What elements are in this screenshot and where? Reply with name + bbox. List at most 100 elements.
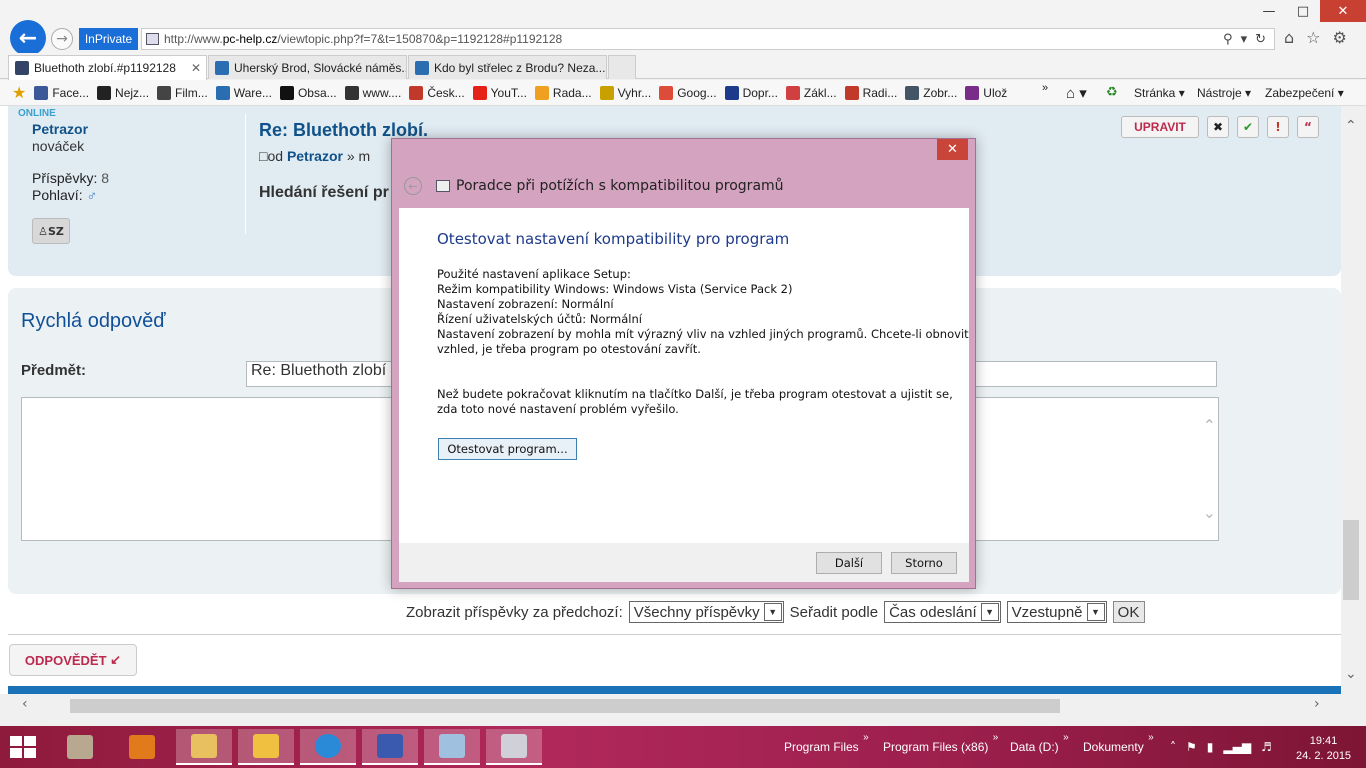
toolbar-documents[interactable]: Dokumenty» [1083, 732, 1154, 754]
cancel-button[interactable]: Storno [891, 552, 957, 574]
byline-author[interactable]: Petrazor [287, 148, 343, 164]
favorites-star-icon[interactable]: ☆ [1306, 28, 1320, 47]
taskbar-troubleshooter-icon[interactable] [486, 729, 542, 765]
sort-order-select[interactable]: Vzestupně ▼ [1006, 601, 1107, 623]
report-icon[interactable]: ! [1267, 116, 1289, 138]
favorite-link[interactable]: Zobr... [905, 85, 957, 100]
tab-close-icon[interactable]: ✕ [191, 61, 201, 75]
favorite-link[interactable]: www.... [344, 85, 401, 100]
close-icon[interactable]: ✕ [937, 139, 968, 160]
signal-icon[interactable]: ▂▄▆ [1223, 740, 1251, 754]
sort-by-select[interactable]: Čas odeslání ▼ [884, 601, 1001, 623]
test-program-button[interactable]: Otestovat program... [438, 438, 577, 460]
taskbar-control-panel-icon[interactable] [52, 729, 108, 765]
scroll-left-icon[interactable]: ‹ [22, 696, 28, 712]
tab-label: Kdo byl střelec z Brodu? Neza... [434, 60, 606, 75]
start-windows-icon[interactable] [10, 736, 38, 760]
tab-bluethoth[interactable]: Bluethoth zlobí.#p1192128 ✕ [8, 55, 207, 80]
feeds-icon[interactable]: ♻ [1106, 84, 1118, 100]
tab-uhersky-brod[interactable]: Uherský Brod, Slovácké náměs... [208, 55, 407, 79]
favorite-icon [599, 85, 614, 100]
url-text[interactable]: http://www.pc-help.cz/viewtopic.php?f=7&… [164, 32, 1223, 46]
scroll-up-icon[interactable]: ⌃ [1203, 416, 1216, 435]
favorite-link[interactable]: Česk... [409, 85, 465, 100]
address-bar[interactable]: http://www.pc-help.cz/viewtopic.php?f=7&… [141, 28, 1275, 50]
favorite-link[interactable]: YouT... [472, 85, 527, 100]
volume-icon[interactable]: ♬ [1261, 740, 1272, 754]
battery-icon[interactable]: ▮ [1207, 740, 1214, 754]
page-icon [146, 33, 159, 45]
minimize-icon[interactable]: — [1252, 0, 1286, 22]
favorite-icon [785, 85, 800, 100]
back-arrow-icon[interactable]: ← [404, 177, 422, 195]
taskbar-settings-icon[interactable] [362, 729, 418, 765]
male-icon: ♂ [86, 187, 97, 203]
tray-expand-icon[interactable]: ˄ [1170, 740, 1176, 754]
favorites-more-chevron-icon[interactable]: » [1042, 82, 1048, 94]
tab-kdo-byl-strelec[interactable]: Kdo byl střelec z Brodu? Neza... [408, 55, 607, 79]
show-posts-select[interactable]: Všechny příspěvky ▼ [628, 601, 784, 623]
menu-page[interactable]: Stránka ▾ [1134, 80, 1185, 106]
taskbar-mail-icon[interactable] [238, 729, 294, 765]
delete-icon[interactable]: ✖ [1207, 116, 1229, 138]
scroll-up-icon[interactable]: ⌃ [1345, 118, 1357, 134]
scroll-thumb[interactable] [70, 699, 1060, 713]
search-icon[interactable]: ⚲ [1223, 32, 1233, 47]
favorite-label: Nejz... [115, 85, 150, 100]
favorite-link[interactable]: Face... [34, 85, 89, 100]
scroll-down-icon[interactable]: ⌄ [1203, 503, 1216, 522]
favorite-link[interactable]: Nejz... [97, 85, 150, 100]
forward-button[interactable]: → [51, 28, 73, 50]
favorite-link[interactable]: Film... [157, 85, 208, 100]
edit-button[interactable]: UPRAVIT [1121, 116, 1199, 138]
menu-security[interactable]: Zabezpečení ▾ [1265, 80, 1344, 106]
taskbar-ie-icon[interactable] [300, 729, 356, 765]
menu-tools[interactable]: Nástroje ▾ [1197, 80, 1251, 106]
close-icon[interactable]: ✕ [1320, 0, 1366, 22]
favorites-add-icon[interactable]: ★ [12, 83, 26, 103]
home-menu-icon[interactable]: ⌂ ▾ [1066, 84, 1087, 102]
favorite-link[interactable]: Vyhr... [599, 85, 651, 100]
toolbar-data-d[interactable]: Data (D:)» [1010, 732, 1069, 754]
vertical-scrollbar[interactable]: ⌃ ⌄ [1341, 106, 1366, 694]
maximize-icon[interactable]: □ [1286, 0, 1320, 22]
next-button[interactable]: Další [816, 552, 882, 574]
taskbar-paint-icon[interactable] [424, 729, 480, 765]
post-author[interactable]: Petrazor [32, 121, 88, 137]
footer-bar [8, 686, 1341, 694]
ok-button[interactable]: OK [1112, 601, 1145, 623]
favorite-link[interactable]: Radi... [844, 85, 897, 100]
reply-button[interactable]: ODPOVĚDĚT ↙ [9, 644, 137, 676]
taskbar-explorer-icon[interactable] [176, 729, 232, 765]
back-button[interactable]: ← [10, 20, 46, 56]
dropdown-icon[interactable]: ▾ [1241, 32, 1248, 47]
favorite-link[interactable]: Ulož [965, 85, 1008, 100]
clock[interactable]: 19:41 24. 2. 2015 [1296, 734, 1351, 764]
new-tab-button[interactable] [608, 55, 636, 79]
private-message-button[interactable]: ♙ SZ [32, 218, 70, 244]
favorite-link[interactable]: Rada... [534, 85, 592, 100]
scroll-down-icon[interactable]: ⌄ [1345, 666, 1357, 682]
dialog-title: Poradce při potížích s kompatibilitou pr… [456, 178, 784, 194]
favorite-link[interactable]: Goog... [659, 85, 717, 100]
toolbar-program-files[interactable]: Program Files» [784, 732, 869, 754]
favorite-icon [905, 85, 920, 100]
favorite-link[interactable]: Obsa... [279, 85, 337, 100]
favorite-link[interactable]: Zákl... [785, 85, 837, 100]
horizontal-scrollbar[interactable]: ‹ › [0, 694, 1341, 719]
flag-icon[interactable]: ⚑ [1186, 740, 1197, 754]
taskbar-media-player-icon[interactable] [114, 729, 170, 765]
quote-icon[interactable]: “ [1297, 116, 1319, 138]
scroll-thumb[interactable] [1343, 520, 1359, 600]
settings-gear-icon[interactable]: ⚙ [1333, 28, 1347, 47]
refresh-icon[interactable]: ↻ [1255, 32, 1266, 47]
favorite-label: Ulož [983, 85, 1008, 100]
scroll-right-icon[interactable]: › [1314, 696, 1320, 712]
approve-icon[interactable]: ✔ [1237, 116, 1259, 138]
favorite-link[interactable]: Dopr... [724, 85, 778, 100]
scroll-corner [1341, 694, 1366, 719]
favorite-icon [157, 85, 172, 100]
toolbar-program-files-x86[interactable]: Program Files (x86)» [883, 732, 998, 754]
home-icon[interactable]: ⌂ [1284, 28, 1294, 47]
favorite-link[interactable]: Ware... [215, 85, 272, 100]
